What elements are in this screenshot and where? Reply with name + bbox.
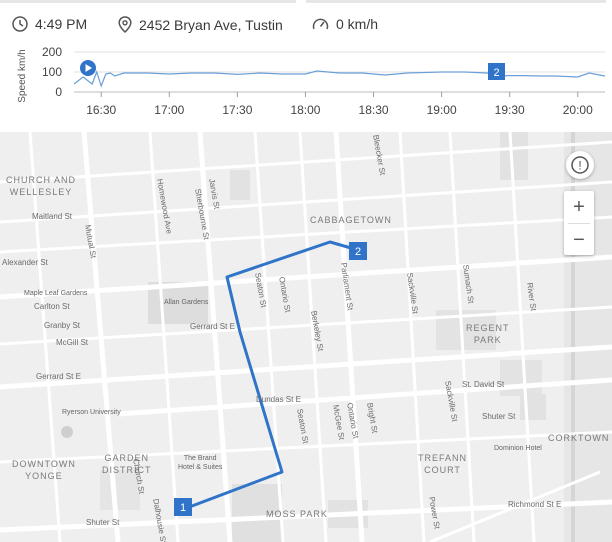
poi-label: The Brand Hotel & Suites (178, 455, 223, 471)
street-label: Shuter St (482, 412, 516, 421)
y-tick-label: 200 (42, 45, 62, 59)
top-divider (0, 0, 612, 10)
current-time: 4:49 PM (35, 16, 88, 32)
area-label: DOWNTOWN YONGE (12, 459, 76, 481)
svg-text:!: ! (578, 159, 581, 173)
street-label: Dundas St E (256, 395, 301, 404)
street-label: Carlton St (34, 302, 70, 311)
area-label: CORKTOWN (548, 433, 610, 443)
info-button[interactable]: ! (566, 151, 594, 179)
x-tick-label: 18:30 (359, 103, 389, 117)
x-tick-label: 19:30 (495, 103, 525, 117)
current-address: 2452 Bryan Ave, Tustin (139, 16, 283, 33)
poi-label: Allan Gardens (164, 299, 209, 306)
x-tick-label: 20:00 (563, 103, 593, 117)
area-label: GARDEN DISTRICT (102, 453, 152, 475)
poi-label: Maple Leaf Gardens (24, 290, 88, 297)
svg-text:2: 2 (355, 246, 361, 258)
info-icon: ! (571, 156, 589, 174)
chart-y-label: Speed km/h (17, 49, 28, 102)
location-pin-icon (118, 16, 132, 33)
route-start-marker: 1 (174, 498, 192, 516)
speed-series-line (73, 70, 606, 88)
clock-icon (12, 16, 28, 32)
play-button[interactable] (80, 60, 96, 76)
street-label: Maitland St (32, 212, 73, 221)
map-base: 1 2 (0, 132, 612, 542)
address-stat: 2452 Bryan Ave, Tustin (118, 16, 283, 33)
area-label: CABBAGETOWN (310, 215, 392, 225)
street-label: St. David St (462, 380, 505, 389)
street-label: McGill St (56, 338, 88, 347)
zoom-in-button[interactable]: + (564, 191, 594, 223)
street-label: Richmond St E (508, 500, 562, 509)
zoom-control: + − (564, 191, 594, 255)
area-label: CHURCH AND WELLESLEY (6, 175, 77, 197)
route-end-marker: 2 (349, 242, 367, 260)
y-tick-label: 0 (55, 85, 62, 99)
x-tick-label: 18:00 (290, 103, 320, 117)
chart-waypoint-marker: 2 (488, 63, 505, 80)
speed-stat: 0 km/h (312, 16, 378, 32)
x-tick-label: 17:00 (154, 103, 184, 117)
street-label: Granby St (44, 321, 81, 330)
x-tick-label: 16:30 (86, 103, 116, 117)
street-label: Gerrard St E (36, 372, 81, 381)
area-label: TREFANN COURT (418, 453, 468, 475)
zoom-out-button[interactable]: − (564, 224, 594, 256)
street-label: Alexander St (2, 258, 48, 267)
area-label: MOSS PARK (266, 509, 328, 519)
speed-chart: 200 100 0 16:30 17:00 17:30 18:00 18:30 19:00 19… (0, 40, 612, 128)
poi-label: Ryerson University (62, 409, 121, 416)
map-view[interactable]: 1 2 CHURCH AND WELLESLEY CABBAGETOWN REGE… (0, 132, 612, 542)
current-speed: 0 km/h (336, 16, 379, 32)
poi-label: Dominion Hotel (494, 445, 542, 452)
area-label: REGENT PARK (466, 323, 510, 345)
speedometer-icon (312, 18, 329, 30)
x-tick-label: 17:30 (222, 103, 252, 117)
svg-text:2: 2 (493, 67, 499, 79)
street-label: Gerrard St E (190, 322, 235, 331)
street-label: Shuter St (86, 518, 120, 527)
time-stat: 4:49 PM (12, 16, 87, 32)
speed-chart-svg: 200 100 0 16:30 17:00 17:30 18:00 18:30 19:00 19… (17, 45, 606, 117)
svg-text:1: 1 (180, 502, 186, 514)
y-tick-label: 100 (42, 65, 62, 79)
x-tick-label: 19:00 (427, 103, 457, 117)
status-bar: 4:49 PM 2452 Bryan Ave, Tustin 0 km/h (0, 10, 612, 40)
